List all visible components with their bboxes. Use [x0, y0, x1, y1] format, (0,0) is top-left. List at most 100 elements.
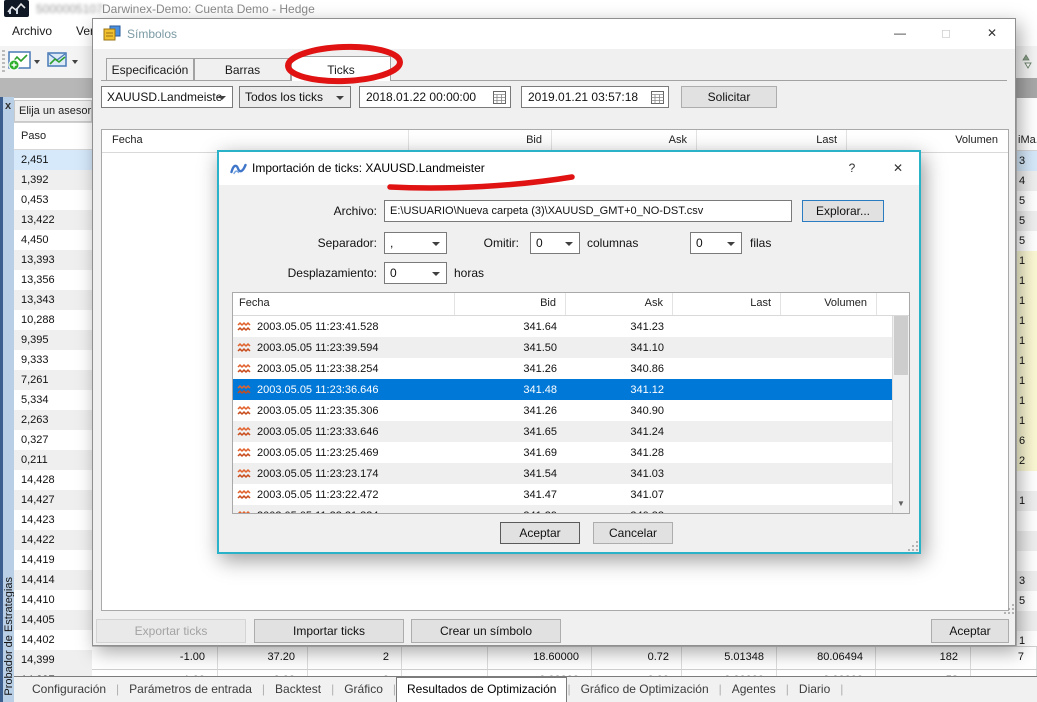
- menu-archivo[interactable]: Archivo: [12, 24, 52, 38]
- paso-row[interactable]: 14,399: [14, 650, 92, 670]
- minimize-icon[interactable]: —: [889, 23, 911, 43]
- tick-row[interactable]: 2003.05.05 11:23:33.646341.65341.24: [233, 421, 909, 442]
- tick-row[interactable]: 2003.05.05 11:23:38.254341.26340.86: [233, 358, 909, 379]
- bottom-tab-configuraci-n[interactable]: Configuración: [22, 678, 116, 702]
- date-to-field[interactable]: 2019.01.21 03:57:18: [521, 86, 669, 108]
- horas-label: horas: [454, 266, 484, 280]
- bottom-tab-par-metros-de-entrada[interactable]: Parámetros de entrada: [119, 678, 262, 702]
- paso-column-header[interactable]: Paso: [14, 123, 92, 150]
- results-row[interactable]: -1.0037.20218.600000.725.0134880.0649418…: [92, 646, 1037, 670]
- omitir-columnas-combo[interactable]: 0: [530, 232, 580, 254]
- tester-panel-close-icon[interactable]: x: [2, 99, 14, 113]
- paso-row[interactable]: 14,402: [14, 630, 92, 650]
- sort-arrows-icon[interactable]: [1018, 52, 1036, 70]
- resize-grip-icon[interactable]: [907, 540, 919, 552]
- bottom-tab-gr-fico[interactable]: Gráfico: [334, 678, 393, 702]
- paso-row[interactable]: 9,395: [14, 330, 92, 350]
- symbol-combo[interactable]: XAUUSD.Landmeiste: [101, 86, 233, 108]
- paso-row[interactable]: 4,450: [14, 230, 92, 250]
- paso-row[interactable]: 1,392: [14, 170, 92, 190]
- tick-row[interactable]: 2003.05.05 11:23:21.834341.39340.88: [233, 505, 909, 514]
- paso-row[interactable]: 10,288: [14, 310, 92, 330]
- importar-ticks-button[interactable]: Importar ticks: [254, 619, 404, 643]
- paso-row[interactable]: 2,263: [14, 410, 92, 430]
- paso-row[interactable]: 14,423: [14, 510, 92, 530]
- file-path-input[interactable]: E:\USUARIO\Nueva carpeta (3)\XAUUSD_GMT+…: [384, 200, 792, 222]
- paso-row[interactable]: 14,405: [14, 610, 92, 630]
- aceptar-button[interactable]: Aceptar: [931, 619, 1009, 643]
- aceptar-button[interactable]: Aceptar: [500, 522, 580, 544]
- bottom-tab-diario[interactable]: Diario: [789, 678, 840, 702]
- resize-grip-icon[interactable]: [1003, 603, 1015, 615]
- tick-row[interactable]: 2003.05.05 11:23:36.646341.48341.12: [233, 379, 909, 400]
- paso-row[interactable]: 14,422: [14, 530, 92, 550]
- scrollbar[interactable]: ▲ ▼: [892, 293, 909, 513]
- paso-row[interactable]: 13,393: [14, 250, 92, 270]
- bottom-tab-agentes[interactable]: Agentes: [722, 678, 786, 702]
- tick-row[interactable]: 2003.05.05 11:23:25.469341.69341.28: [233, 442, 909, 463]
- tick-row[interactable]: 2003.05.05 11:23:39.594341.50341.10: [233, 337, 909, 358]
- col-last[interactable]: Last: [673, 293, 781, 315]
- scrollbar-thumb[interactable]: [894, 315, 908, 375]
- new-chart-icon[interactable]: [8, 51, 32, 71]
- col-volumen[interactable]: Volumen: [847, 130, 1007, 152]
- calendar-icon[interactable]: [651, 91, 664, 104]
- bottom-tab-resultados-de-optimizaci-n[interactable]: Resultados de Optimización: [396, 677, 567, 702]
- paso-row[interactable]: 0,211: [14, 450, 92, 470]
- paso-row[interactable]: 7,261: [14, 370, 92, 390]
- help-icon[interactable]: ?: [841, 158, 863, 178]
- bottom-tab-backtest[interactable]: Backtest: [265, 678, 331, 702]
- paso-row[interactable]: 14,428: [14, 470, 92, 490]
- bottom-tab-gr-fico-de-optimizaci-n[interactable]: Gráfico de Optimización: [571, 678, 719, 702]
- paso-row[interactable]: 14,427: [14, 490, 92, 510]
- col-fecha[interactable]: Fecha: [233, 293, 455, 315]
- cell-ask: 340.86: [566, 359, 673, 379]
- paso-row[interactable]: 13,343: [14, 290, 92, 310]
- desplazamiento-combo[interactable]: 0: [384, 262, 447, 284]
- tab-ticks[interactable]: Ticks: [291, 56, 391, 81]
- tick-row[interactable]: 2003.05.05 11:23:35.306341.26340.90: [233, 400, 909, 421]
- col-ask[interactable]: Ask: [566, 293, 673, 315]
- new-order-dropdown-icon[interactable]: [72, 60, 78, 64]
- paso-row[interactable]: 14,414: [14, 570, 92, 590]
- col-bid[interactable]: Bid: [455, 293, 566, 315]
- background-results-bottom-rows: -1.0037.20218.600000.725.0134880.0649418…: [92, 646, 1037, 676]
- solicitar-button[interactable]: Solicitar: [681, 86, 777, 108]
- tester-vertical-tab[interactable]: Probador de Estrategias: [0, 97, 14, 702]
- ticks-filter-combo[interactable]: Todos los ticks: [239, 86, 351, 108]
- omitir-filas-combo[interactable]: 0: [690, 232, 742, 254]
- close-icon[interactable]: ✕: [981, 23, 1003, 43]
- advisor-selector[interactable]: Elija un asesor: [14, 100, 92, 122]
- cancelar-button[interactable]: Cancelar: [593, 522, 673, 544]
- close-icon[interactable]: ✕: [887, 158, 909, 178]
- explorar-button[interactable]: Explorar...: [802, 200, 884, 222]
- cell-bid: 341.69: [455, 443, 566, 463]
- tick-row[interactable]: 2003.05.05 11:23:41.528341.64341.23: [233, 316, 909, 337]
- paso-row[interactable]: 0,327: [14, 430, 92, 450]
- scroll-down-icon[interactable]: ▼: [893, 496, 909, 513]
- col-last[interactable]: Last: [697, 130, 847, 152]
- toolbar-grip[interactable]: [2, 50, 5, 74]
- paso-row[interactable]: 13,356: [14, 270, 92, 290]
- tick-row[interactable]: 2003.05.05 11:23:23.174341.54341.03: [233, 463, 909, 484]
- col-volumen[interactable]: Volumen: [781, 293, 877, 315]
- paso-row[interactable]: 9,333: [14, 350, 92, 370]
- col-ask[interactable]: Ask: [552, 130, 697, 152]
- paso-row[interactable]: 5,334: [14, 390, 92, 410]
- crear-simbolo-button[interactable]: Crear un símbolo: [411, 619, 561, 643]
- paso-row[interactable]: 13,422: [14, 210, 92, 230]
- paso-row[interactable]: 0,453: [14, 190, 92, 210]
- paso-row[interactable]: 14,419: [14, 550, 92, 570]
- paso-row[interactable]: 14,410: [14, 590, 92, 610]
- date-from-field[interactable]: 2018.01.22 00:00:00: [359, 86, 511, 108]
- calendar-icon[interactable]: [493, 91, 506, 104]
- separador-combo[interactable]: ,: [384, 232, 447, 254]
- new-chart-dropdown-icon[interactable]: [34, 60, 40, 64]
- tab-especificacion[interactable]: Especificación: [106, 58, 194, 80]
- col-fecha[interactable]: Fecha: [102, 130, 409, 152]
- paso-row[interactable]: 2,451: [14, 150, 92, 170]
- tick-row[interactable]: 2003.05.05 11:23:22.472341.47341.07: [233, 484, 909, 505]
- tab-barras[interactable]: Barras: [194, 58, 291, 80]
- new-order-icon[interactable]: [46, 51, 70, 71]
- col-bid[interactable]: Bid: [409, 130, 552, 152]
